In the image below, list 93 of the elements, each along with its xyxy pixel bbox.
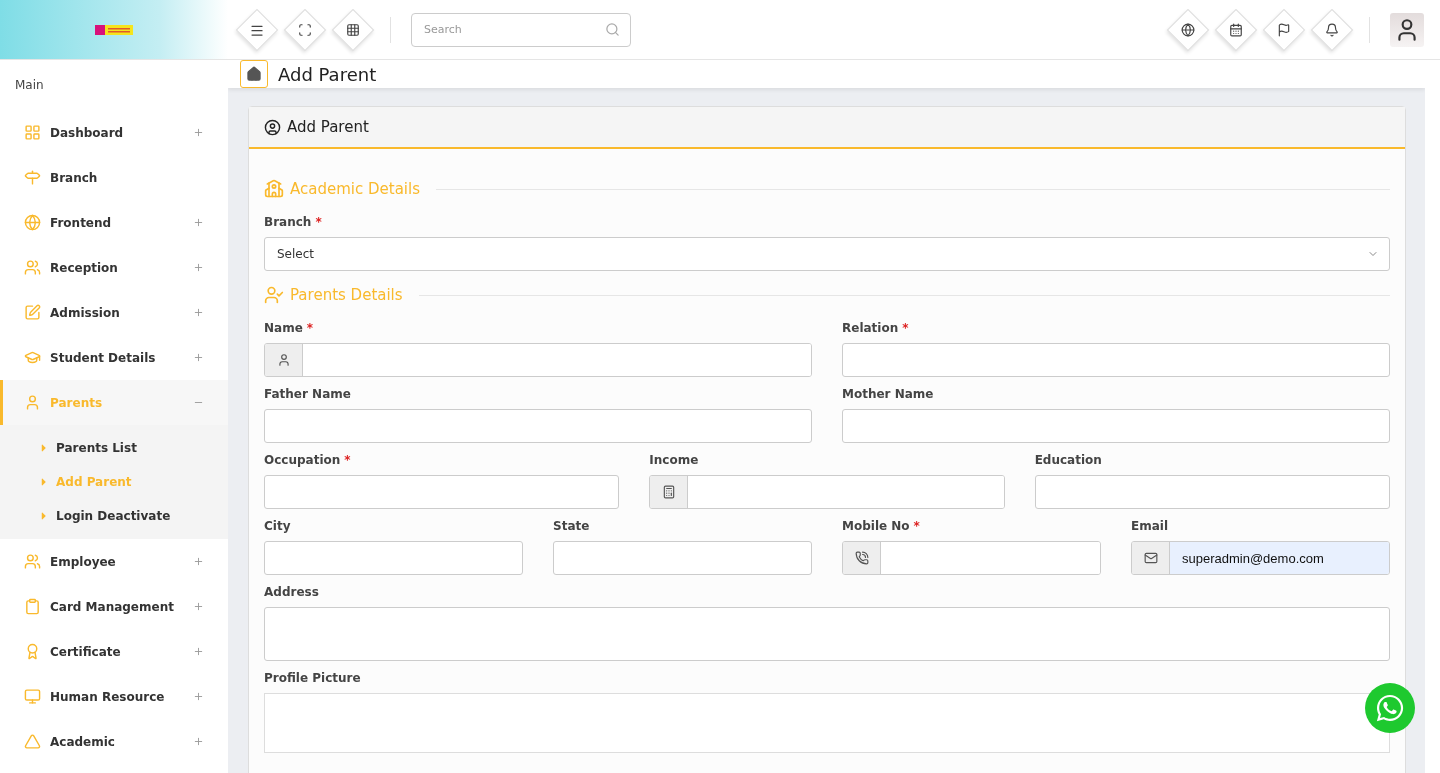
field-label: Mother Name [842, 387, 935, 401]
section-title: Parents Details [290, 286, 403, 304]
sidebar-item-label: Dashboard [50, 125, 125, 140]
user-avatar[interactable] [1390, 12, 1424, 47]
sidebar-item[interactable]: Employee [0, 539, 228, 584]
input-field[interactable] [264, 409, 812, 443]
search-input[interactable]: Search [422, 22, 599, 37]
flag-icon [1277, 22, 1291, 37]
sidebar-item[interactable]: Student Details [0, 335, 228, 380]
input-field[interactable] [1034, 475, 1390, 509]
home-button[interactable] [240, 60, 268, 88]
logo-icon [95, 24, 133, 35]
submenu-item[interactable]: Login Deactivate [0, 499, 228, 533]
input-field[interactable] [264, 541, 523, 575]
field-label: City [264, 519, 292, 533]
sidebar-item-label: Card Management [50, 599, 175, 614]
sidebar-item[interactable]: Card Management [0, 584, 228, 629]
branch-select[interactable]: Select [264, 237, 1390, 271]
sidebar-item[interactable]: Frontend [0, 200, 228, 245]
field-label: Branch * [264, 215, 323, 229]
calculator-icon [661, 485, 676, 499]
sidebar-item[interactable]: Dashboard [0, 110, 228, 155]
sidebar-item[interactable]: Certificate [0, 629, 228, 674]
sidebar-item[interactable]: Human Resource [0, 674, 228, 719]
input-field[interactable] [842, 541, 1101, 575]
sidebar-item[interactable]: Admission [0, 290, 228, 335]
sidebar-item-label: Academic [50, 734, 116, 749]
people-icon [24, 259, 41, 276]
globe-icon [1181, 22, 1195, 37]
sidebar-item-label: Certificate [50, 644, 122, 659]
globe-icon [24, 214, 41, 231]
fullscreen-icon [298, 22, 312, 37]
whatsapp-icon [1375, 693, 1405, 723]
submenu-label: Add Parent [56, 475, 132, 489]
grid-icon [346, 22, 360, 37]
sidebar-item-label: Student Details [50, 350, 157, 365]
sidebar-item-label: Branch [50, 170, 99, 185]
bell-icon [1325, 22, 1339, 37]
input-field[interactable] [649, 475, 1005, 509]
user-icon [276, 353, 291, 367]
grid-icon [24, 124, 41, 141]
submenu-label: Login Deactivate [56, 509, 171, 523]
input-field[interactable] [842, 409, 1390, 443]
field-label: Father Name [264, 387, 352, 401]
sidebar-item-label: Parents [50, 395, 104, 410]
sidebar-item-label: Admission [50, 305, 121, 320]
triangle-icon [24, 733, 41, 750]
user-check-icon [264, 285, 284, 305]
graduation-cap-icon [24, 349, 41, 366]
input-field[interactable] [264, 475, 620, 509]
field-label: Profile Picture [264, 671, 362, 685]
user-icon [24, 394, 41, 411]
sidebar-heading: Main [14, 77, 45, 94]
field-label: Mobile No * [842, 519, 921, 533]
user-circle-icon [264, 118, 281, 136]
field-label: Occupation * [264, 453, 352, 467]
submenu-item[interactable]: Parents List [0, 431, 228, 465]
school-icon [264, 179, 284, 199]
sidebar-item[interactable]: Academic [0, 719, 228, 764]
input-field[interactable]: superadmin@demo.com [1131, 541, 1390, 575]
sidebar-item-label: Reception [50, 260, 119, 275]
home-icon [246, 66, 262, 82]
monitor-icon [24, 688, 41, 705]
submenu-label: Parents List [56, 441, 137, 455]
people-icon [24, 553, 41, 570]
file-drop-field[interactable] [264, 693, 1390, 753]
sidebar-item[interactable]: Reception [0, 245, 228, 290]
field-label: State [553, 519, 591, 533]
field-label: Email [1131, 519, 1170, 533]
search-field[interactable]: Search [411, 12, 631, 47]
sidebar-item-label: Employee [50, 554, 117, 569]
mail-icon [1143, 551, 1158, 565]
input-field[interactable] [553, 541, 812, 575]
section-title: Academic Details [290, 180, 420, 198]
field-label: Income [649, 453, 700, 467]
calendar-icon [1229, 22, 1243, 37]
input-field[interactable] [842, 343, 1390, 377]
sidebar-item[interactable]: Branch [0, 155, 228, 200]
field-label: Relation * [842, 321, 910, 335]
address-field[interactable] [264, 607, 1390, 661]
field-label: Address [264, 585, 320, 599]
text-input[interactable]: superadmin@demo.com [1170, 542, 1389, 574]
search-icon [605, 22, 620, 37]
sidebar-item-label: Frontend [50, 215, 113, 230]
field-label: Name * [264, 321, 315, 335]
page-title: Add Parent [278, 63, 377, 85]
field-label: Education [1034, 453, 1103, 467]
sidebar-item-label: Human Resource [50, 689, 166, 704]
signpost-icon [24, 169, 41, 186]
edit-icon [24, 304, 41, 321]
clipboard-icon [24, 598, 41, 615]
card-title: Add Parent [287, 118, 369, 136]
phone-icon [854, 551, 869, 565]
